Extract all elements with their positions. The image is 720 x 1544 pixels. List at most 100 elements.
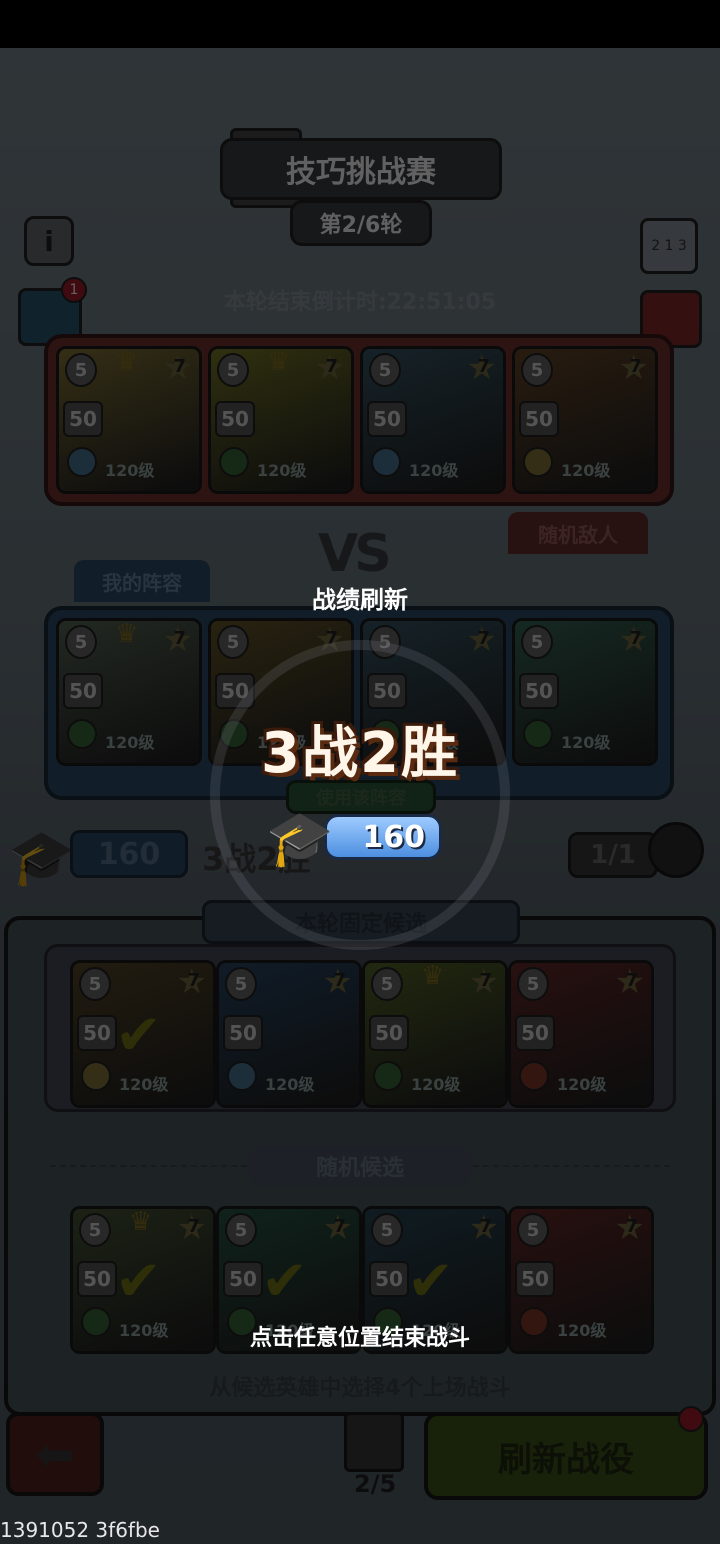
back-button[interactable]: ⬅ (6, 1412, 104, 1496)
rarity-badge: 5 (79, 967, 111, 1001)
star-icon: ★ 7 (466, 620, 497, 660)
tier-badge: 50 (223, 1015, 263, 1051)
star-count: 7 (333, 1216, 347, 1237)
star-count: 7 (325, 356, 339, 377)
hero-level: 120级 (265, 1075, 315, 1094)
rarity-badge: 5 (521, 353, 553, 387)
tier-badge: 50 (63, 401, 103, 437)
star-icon: ★ 7 (176, 962, 207, 1002)
graduation-cap-icon: 🎓 (266, 807, 334, 870)
vs-label: VS (318, 524, 392, 584)
hero-level: 120级 (105, 461, 155, 480)
check-icon: ✔ (115, 1003, 162, 1068)
session-id: 1391052 3f6fbe (0, 1518, 160, 1542)
star-icon: ★ 7 (176, 1208, 207, 1248)
rarity-badge: 5 (65, 625, 97, 659)
element-icon (371, 447, 401, 477)
star-count: 7 (173, 356, 187, 377)
star-icon: ★ 7 (618, 620, 649, 660)
result-title: 战绩刷新 (312, 586, 408, 614)
rarity-badge: 5 (517, 1213, 549, 1247)
tier-badge: 50 (519, 401, 559, 437)
tier-badge: 50 (519, 673, 559, 709)
rarity-badge: 5 (79, 1213, 111, 1247)
hero-card[interactable]: 5 ★ 7 50 120级 (360, 346, 506, 494)
tier-badge: 50 (63, 673, 103, 709)
star-count: 7 (173, 628, 187, 649)
element-icon (523, 447, 553, 477)
star-icon: ★ 7 (322, 1208, 353, 1248)
element-icon (67, 447, 97, 477)
hero-level: 120级 (409, 461, 459, 480)
hero-card[interactable]: ♛ 5 ★ 7 50 120级 (362, 960, 508, 1108)
trophy-icon (344, 1412, 404, 1472)
element-icon (519, 1061, 549, 1091)
rank-podium-icon[interactable]: 2 1 3 (640, 218, 698, 274)
rarity-badge: 5 (369, 353, 401, 387)
rarity-badge: 5 (225, 1213, 257, 1247)
attempts-counter: 1/1 (568, 832, 658, 878)
star-count: 7 (629, 356, 643, 377)
result-record: 3战2胜 (261, 721, 459, 786)
refresh-notification-dot (678, 1406, 704, 1432)
star-count: 7 (625, 1216, 639, 1237)
tap-to-close-hint: 点击任意位置结束战斗 (249, 1326, 470, 1351)
crown-icon: ♛ (129, 1207, 153, 1237)
result-emblem (210, 640, 510, 950)
crown-icon: ♛ (421, 961, 445, 991)
star-icon: ★ 7 (162, 348, 193, 388)
rarity-badge: 5 (517, 967, 549, 1001)
random-enemy-tab: 随机敌人 (508, 512, 648, 554)
graduation-cap-icon: 🎓 (8, 826, 76, 889)
info-icon[interactable]: i (24, 216, 74, 266)
hero-card[interactable]: 5 ★ 7 50 120级 (512, 346, 658, 494)
hero-level: 120级 (411, 1075, 461, 1094)
star-count: 7 (187, 1216, 201, 1237)
selection-hint: 从候选英雄中选择4个上场战斗 (209, 1376, 511, 1401)
round-indicator: 第2/6轮 (290, 200, 432, 246)
hero-card[interactable]: ♛ 5 ★ 7 50 120级 (208, 346, 354, 494)
rarity-badge: 5 (225, 967, 257, 1001)
battle-count: 2/5 (334, 1412, 424, 1502)
star-icon: ★ 7 (614, 1208, 645, 1248)
star-count: 7 (625, 970, 639, 991)
star-icon: ★ 7 (162, 620, 193, 660)
rarity-badge: 5 (217, 353, 249, 387)
element-icon (227, 1061, 257, 1091)
star-count: 7 (479, 1216, 493, 1237)
battle-count-label: 2/5 (354, 1470, 397, 1498)
hero-level: 120级 (119, 1075, 169, 1094)
timer-icon[interactable] (648, 822, 704, 878)
tier-badge: 50 (515, 1015, 555, 1051)
tier-badge: 50 (367, 401, 407, 437)
element-icon (81, 1061, 111, 1091)
crown-icon: ♛ (267, 347, 291, 377)
element-icon (373, 1061, 403, 1091)
star-icon: ★ 7 (618, 348, 649, 388)
check-icon: ✔ (261, 1249, 308, 1314)
rarity-badge: 5 (371, 967, 403, 1001)
points-value: 160 (70, 830, 188, 878)
crown-icon: ♛ (115, 347, 139, 377)
hero-level: 120级 (561, 461, 611, 480)
hero-card[interactable]: ♛ 5 ★ 7 50 120级 (56, 346, 202, 494)
hero-card[interactable]: 5 ★ 7 50 120级 (216, 960, 362, 1108)
star-icon: ★ 7 (314, 348, 345, 388)
star-icon: ★ 7 (614, 962, 645, 1002)
star-count: 7 (479, 970, 493, 991)
rarity-badge: 5 (65, 353, 97, 387)
tier-badge: 50 (515, 1261, 555, 1297)
tier-badge: 50 (369, 1261, 409, 1297)
rarity-badge: 5 (217, 625, 249, 659)
element-icon (219, 447, 249, 477)
star-count: 7 (187, 970, 201, 991)
round-countdown: 本轮结束倒计时:22:51:05 (223, 290, 497, 315)
star-count: 7 (333, 970, 347, 991)
check-icon: ✔ (407, 1249, 454, 1314)
crown-icon: ♛ (115, 619, 139, 649)
star-count: 7 (477, 628, 491, 649)
hero-card[interactable]: 5 ★ 7 50 120级 (508, 960, 654, 1108)
star-count: 7 (629, 628, 643, 649)
hero-card[interactable]: 5 ★ 7 50 120级 ✔ (70, 960, 216, 1108)
refresh-battle-button[interactable]: 刷新战役 (424, 1412, 708, 1500)
